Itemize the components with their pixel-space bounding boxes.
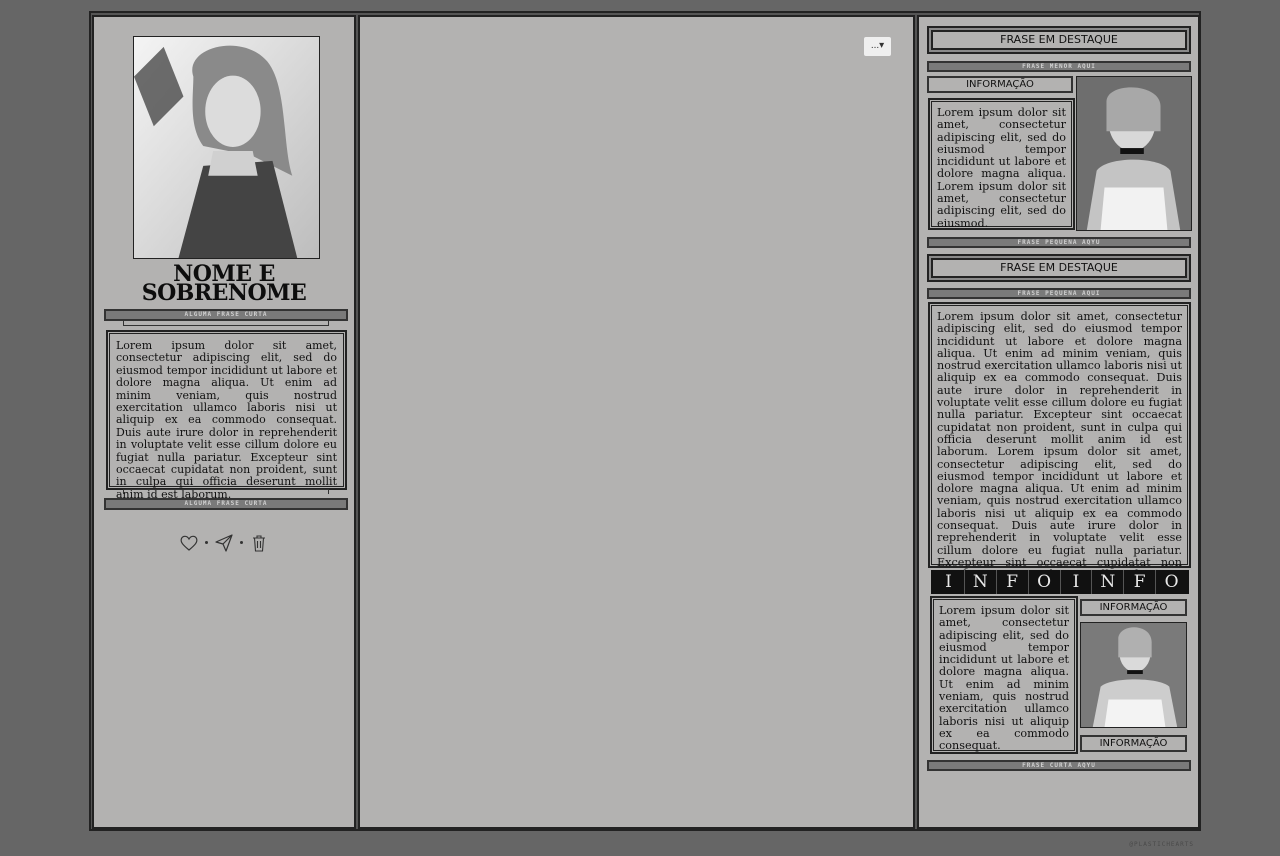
- separator-dot: [240, 541, 243, 544]
- bar-divider: [123, 489, 329, 494]
- feature-phrase-text: FRASE EM DESTAQUE: [931, 30, 1187, 50]
- info-label: INFORMAÇÃO: [1080, 599, 1187, 616]
- info-label: INFORMAÇÃO: [1080, 735, 1187, 752]
- sidebar-info: FRASE EM DESTAQUE FRASE MENOR AQUI INFOR…: [917, 15, 1200, 829]
- options-menu-button[interactable]: ...▾: [864, 37, 891, 56]
- strip-letter: F: [995, 570, 1028, 594]
- strip-letter: N: [963, 570, 996, 594]
- feature-phrase-box: FRASE EM DESTAQUE: [927, 26, 1191, 54]
- strip-letter: O: [1027, 570, 1060, 594]
- bottom-short-phrase-bar: ALGUMA FRASE CURTA: [104, 498, 348, 510]
- bar-divider: [123, 321, 329, 326]
- feature-phrase-box: FRASE EM DESTAQUE: [927, 254, 1191, 282]
- small-phrase-bar: FRASE MENOR AQUI: [927, 61, 1191, 72]
- small-phrase-bar: FRASE PEQUENA AQYU: [927, 237, 1191, 248]
- theme-frame: NOME E SOBRENOME ALGUMA FRASE CURTA Lore…: [89, 11, 1201, 831]
- post-content-area: ...▾: [358, 15, 915, 829]
- info-photo-small: [1080, 622, 1187, 728]
- small-phrase-bar: FRASE PEQUENA AQUI: [927, 288, 1191, 299]
- strip-letter: F: [1123, 570, 1155, 594]
- post-actions: [94, 532, 354, 553]
- strip-letter: I: [945, 572, 952, 592]
- send-icon[interactable]: [214, 533, 234, 553]
- info-letter-strip: I N F O I N F O: [931, 570, 1189, 594]
- info-text-block: Lorem ipsum dolor sit amet, consectetur …: [928, 98, 1075, 230]
- top-short-phrase-bar: ALGUMA FRASE CURTA: [104, 309, 348, 321]
- feature-phrase-text: FRASE EM DESTAQUE: [931, 258, 1187, 278]
- bio-text: Lorem ipsum dolor sit amet, consectetur …: [106, 330, 347, 501]
- long-text-block: Lorem ipsum dolor sit amet, consectetur …: [928, 302, 1191, 593]
- strip-letter: N: [1091, 570, 1123, 594]
- info-photo: [1076, 76, 1192, 231]
- separator-dot: [205, 541, 208, 544]
- trash-icon[interactable]: [249, 533, 269, 553]
- strip-letter: I: [1059, 570, 1092, 594]
- sidebar-profile: NOME E SOBRENOME ALGUMA FRASE CURTA Lore…: [92, 15, 356, 829]
- info-text-block: Lorem ipsum dolor sit amet, consectetur …: [930, 596, 1078, 754]
- strip-letter: O: [1155, 570, 1187, 594]
- profile-photo: [133, 36, 320, 259]
- heart-icon[interactable]: [179, 533, 199, 553]
- theme-credit[interactable]: @PLASTICHEARTS: [1129, 841, 1194, 848]
- small-phrase-bar: FRASE CURTA AQYU: [927, 760, 1191, 771]
- profile-name: NOME E SOBRENOME: [141, 261, 307, 306]
- info-label: INFORMAÇÃO: [927, 76, 1073, 93]
